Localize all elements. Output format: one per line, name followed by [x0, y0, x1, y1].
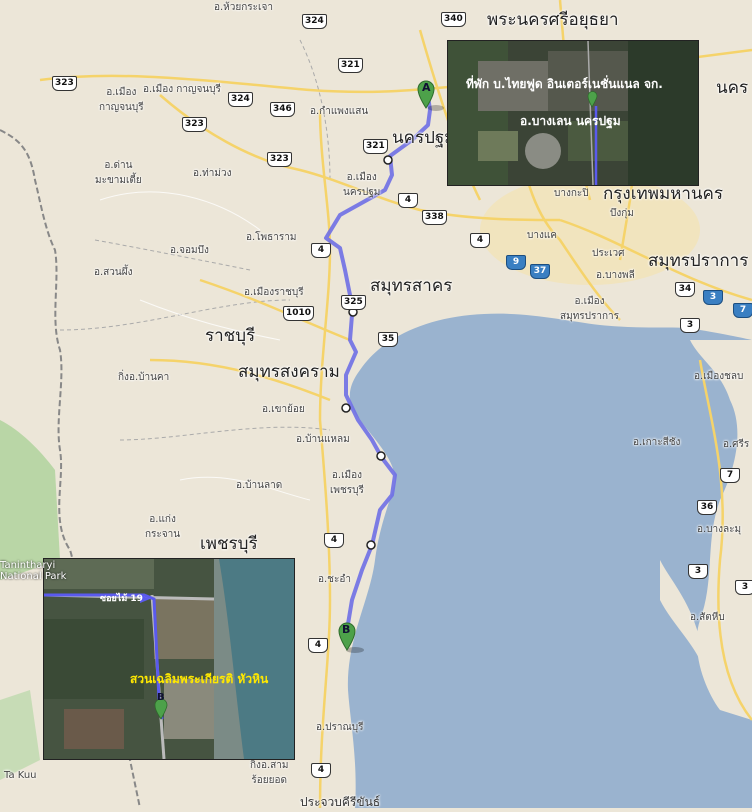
district-label: อ.เมือง นครปฐม: [343, 172, 381, 198]
district-label: อ.เมืองชลบ: [694, 371, 744, 382]
marker-a-label: A: [422, 81, 431, 94]
highway-shield: 346: [270, 102, 295, 117]
province-label: นคร: [716, 78, 749, 98]
district-label: อ.จอมบึง: [170, 245, 209, 256]
highway-shield: 323: [52, 76, 77, 91]
district-label: อ.ศรีร: [723, 439, 750, 450]
district-label: อ.บ้านลาด: [236, 480, 283, 491]
district-label: อ.ชะอำ: [318, 574, 351, 585]
district-label: อ.โพธาราม: [246, 232, 297, 243]
inset-bottom-road-label: ซอยไม้ 19: [100, 594, 143, 604]
province-label: สมุทรสาคร: [370, 276, 453, 296]
highway-shield: 324: [228, 92, 253, 107]
highway-shield: 321: [363, 139, 388, 154]
highway-shield: 323: [182, 117, 207, 132]
district-label: ประจวบคีรีขันธ์: [300, 795, 381, 809]
inset-bottom-marker-label: B: [157, 692, 165, 703]
highway-shield: 4: [324, 533, 344, 548]
highway-shield: 321: [338, 58, 363, 73]
highway-shield: 3: [703, 290, 723, 305]
district-label: อ.สัตหีบ: [690, 612, 725, 623]
district-label: บางแค: [527, 230, 557, 241]
inset-top-caption: ที่พัก บ.ไทยฟูด อินเตอร์เนชั่นแนล จก.: [466, 77, 663, 91]
province-label: สมุทรสงคราม: [238, 362, 340, 382]
highway-shield: 3: [688, 564, 708, 579]
highway-shield: 325: [341, 295, 366, 310]
province-label: พระนครศรีอยุธยา: [487, 10, 619, 30]
highway-shield: 37: [530, 264, 550, 279]
district-label: อ.บางพลี: [596, 270, 635, 281]
district-label: อ.เมือง กาญจนบุรี: [99, 87, 144, 113]
district-label: อ.ด่าน มะขามเตี้ย: [95, 160, 142, 186]
highway-shield: 3: [735, 580, 752, 595]
district-label: อ.เมือง เพชรบุรี: [330, 470, 364, 496]
inset-bottom-caption: สวนเฉลิมพระเกียรติ หัวหิน: [130, 672, 269, 686]
highway-shield: 323: [267, 152, 292, 167]
district-label: อ.สวนผึ้ง: [94, 267, 133, 278]
district-label: อ.ปราณบุรี: [316, 722, 364, 733]
district-label: กิ่งอ.บ้านคา: [118, 372, 170, 383]
district-label: อ.ห้วยกระเจา: [214, 2, 273, 13]
highway-shield: 4: [311, 763, 331, 778]
district-label: อ.บ้านแหลม: [296, 434, 350, 445]
highway-shield: 340: [441, 12, 466, 27]
district-label: อ.ท่าม่วง: [193, 168, 232, 179]
district-label: อ.แก่ง กระจาน: [145, 514, 181, 540]
highway-shield: 34: [675, 282, 695, 297]
district-label: อ.เมือง กาญจนบุรี: [143, 84, 221, 95]
highway-shield: 7: [720, 468, 740, 483]
highway-shield: 4: [308, 638, 328, 653]
park-label: Tanintharyi National Park: [0, 560, 67, 582]
marker-b-label: B: [342, 623, 351, 636]
highway-shield: 1010: [283, 306, 315, 321]
province-label: ราชบุรี: [205, 326, 256, 346]
highway-shield: 36: [697, 500, 717, 515]
district-label: อ.เขาย้อย: [262, 404, 305, 415]
district-label: อ.เกาะสีชัง: [633, 437, 681, 448]
district-label: อ.เมือง สมุทรปราการ: [560, 296, 620, 322]
province-label: นครปฐม: [392, 128, 456, 148]
district-label: กิ่งอ.สาม ร้อยยอด: [250, 760, 289, 786]
inset-top-subcaption: อ.บางเลน นครปฐม: [520, 114, 621, 128]
highway-shield: 3: [680, 318, 700, 333]
highway-shield: 35: [378, 332, 398, 347]
district-label: บางกะปิ: [554, 188, 589, 199]
highway-shield: 338: [422, 210, 447, 225]
inset-satellite-end: ซอยไม้ 19 สวนเฉลิมพระเกียรติ หัวหิน B: [43, 558, 295, 760]
district-label: Ta Kuu: [4, 770, 37, 781]
route-waypoint: [341, 403, 351, 413]
district-label: อ.บางละมุ: [697, 524, 742, 535]
route-waypoint: [376, 451, 386, 461]
highway-shield: 7: [733, 303, 752, 318]
district-label: บึงกุ่ม: [610, 208, 634, 219]
route-waypoint: [383, 155, 393, 165]
satellite-image: [44, 559, 294, 759]
highway-shield: 9: [506, 255, 526, 270]
highway-shield: 4: [470, 233, 490, 248]
route-waypoint: [366, 540, 376, 550]
district-label: ประเวศ: [592, 248, 625, 259]
inset-satellite-start: ที่พัก บ.ไทยฟูด อินเตอร์เนชั่นแนล จก. อ.…: [447, 40, 699, 186]
highway-shield: 4: [398, 193, 418, 208]
province-label: เพชรบุรี: [200, 534, 258, 554]
highway-shield: 324: [302, 14, 327, 29]
province-label: สมุทรปราการ: [648, 251, 749, 271]
highway-shield: 4: [311, 243, 331, 258]
district-label: อ.กำแพงแสน: [310, 106, 369, 117]
district-label: อ.เมืองราชบุรี: [244, 287, 304, 298]
